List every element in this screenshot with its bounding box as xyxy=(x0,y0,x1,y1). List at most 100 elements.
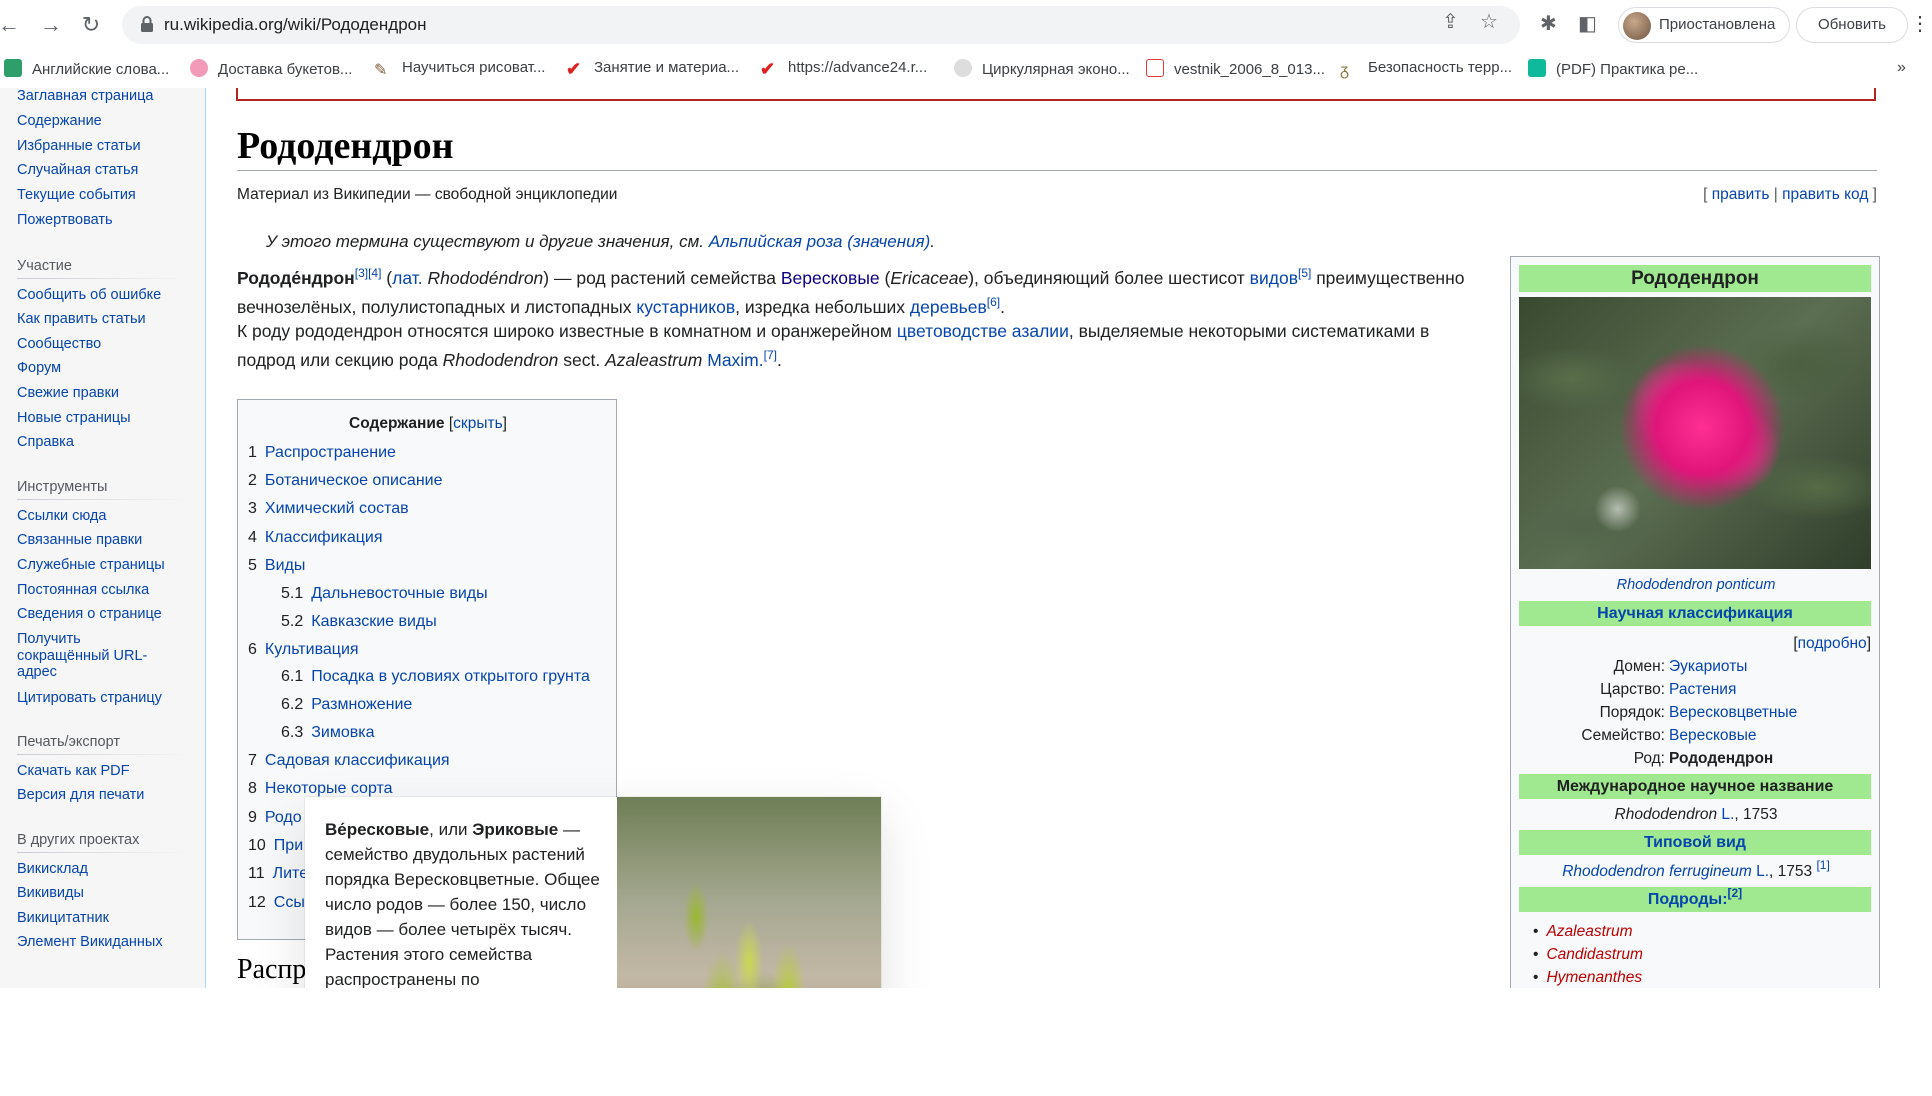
pencil-icon: ✎ xyxy=(374,62,388,79)
infobox: Рододендрон Rhododendron ponticum Научна… xyxy=(1510,256,1880,1086)
sidebar-link[interactable]: Форум xyxy=(17,360,61,376)
toc-item[interactable]: 7 Садовая классификация xyxy=(248,752,450,770)
bookmark-item[interactable]: ✔ https://advance24.r... xyxy=(760,59,927,81)
sidebar-link[interactable]: Викивиды xyxy=(17,885,84,901)
toc-item[interactable]: 12 Ссы xyxy=(248,894,305,912)
sidebar-link[interactable]: Ссылки сюда xyxy=(17,508,106,524)
sidebar-link[interactable]: Сведения о странице xyxy=(17,606,162,622)
sidebar-link[interactable]: Сообщество xyxy=(17,336,101,352)
toc-item[interactable]: 5.2 Кавказские виды xyxy=(281,613,437,631)
bookmark-item[interactable]: ✎ Научиться рисоват... xyxy=(374,59,545,81)
menu-icon[interactable]: ⋮ xyxy=(1910,10,1930,38)
reload-icon[interactable]: ↻ xyxy=(76,10,106,40)
latin-link[interactable]: лат. xyxy=(392,268,423,288)
type-species-header[interactable]: Типовой вид xyxy=(1519,830,1871,855)
sidebar-link[interactable]: Заглавная страница xyxy=(17,88,153,104)
bookmark-item[interactable]: vestnik_2006_8_013... xyxy=(1146,59,1325,81)
sidebar-heading: Печать/экспорт xyxy=(17,734,120,750)
sidebar-link[interactable]: Избранные статьи xyxy=(17,138,141,154)
sidebar-link[interactable]: Справка xyxy=(17,434,74,450)
extensions-icon[interactable]: ✱ xyxy=(1540,11,1557,37)
bookmark-item[interactable]: (PDF) Практика ре... xyxy=(1528,59,1698,81)
family-link[interactable]: Вересковые xyxy=(781,268,880,288)
sidebar-link[interactable]: Текущие события xyxy=(17,187,136,203)
reference-link[interactable]: [1] xyxy=(1816,858,1829,872)
toc-item[interactable]: 2 Ботаническое описание xyxy=(248,472,443,490)
reference-link[interactable]: [3][4] xyxy=(355,266,382,280)
toc-hide-link[interactable]: скрыть xyxy=(453,415,502,432)
trees-link[interactable]: деревьев xyxy=(910,297,987,317)
toc-item[interactable]: 10 При xyxy=(248,837,303,855)
author-link[interactable]: Maxim. xyxy=(702,350,763,370)
toc-item[interactable]: 9 Родо xyxy=(248,809,302,827)
sidebar-link[interactable]: Свежие правки xyxy=(17,385,119,401)
subgenus-item[interactable]: Candidastrum xyxy=(1533,946,1643,964)
share-icon[interactable]: ⇪ xyxy=(1442,9,1459,35)
infobox-caption[interactable]: Rhododendron ponticum xyxy=(1511,577,1881,593)
sidebar-link[interactable]: Связанные правки xyxy=(17,532,142,548)
hatnote-link[interactable]: Альпийская роза (значения) xyxy=(709,232,931,251)
sidebar-link[interactable]: Случайная статья xyxy=(17,162,138,178)
type-species-link[interactable]: Rhododendron ferrugineum xyxy=(1562,863,1752,880)
sidebar-link[interactable]: Викисклад xyxy=(17,861,88,877)
reference-link[interactable]: [6] xyxy=(987,295,1000,309)
sidebar-link[interactable]: Элемент Викиданных xyxy=(17,934,163,950)
profile-button[interactable]: Приостановлена xyxy=(1618,7,1790,43)
update-button[interactable]: Обновить xyxy=(1796,7,1908,43)
intl-name: Rhododendron L., 1753 xyxy=(1614,806,1778,823)
sidebar-link[interactable]: Постоянная ссылка xyxy=(17,582,149,598)
reference-link[interactable]: [7] xyxy=(764,348,777,362)
toc-item[interactable]: 3 Химический состав xyxy=(248,500,409,518)
toc-item[interactable]: 6.2 Размножение xyxy=(281,696,412,714)
toc-item[interactable]: 6.3 Зимовка xyxy=(281,724,375,742)
sidebar-link[interactable]: Получить xyxy=(17,631,81,647)
shrubs-link[interactable]: кустарников xyxy=(636,297,735,317)
reference-link[interactable]: [2] xyxy=(1728,886,1743,900)
bookmark-item[interactable]: Доставка букетов... xyxy=(190,59,352,81)
scientific-classification-header[interactable]: Научная классификация xyxy=(1519,601,1871,626)
sidebar-link[interactable]: сокращённый URL- xyxy=(17,648,147,664)
bookmark-star-icon[interactable]: ☆ xyxy=(1480,9,1498,35)
bookmark-item[interactable]: Циркулярная эконо... xyxy=(954,59,1130,81)
edit-source-link[interactable]: править код xyxy=(1782,186,1868,203)
species-link[interactable]: видов xyxy=(1250,268,1298,288)
author-link[interactable]: L. xyxy=(1717,806,1734,823)
toc-item[interactable]: 5.1 Дальневосточные виды xyxy=(281,585,488,603)
toc-item[interactable]: 6.1 Посадка в условиях открытого грунта xyxy=(281,668,590,686)
details-link[interactable]: подробно xyxy=(1798,635,1867,652)
sidebar-link[interactable]: Цитировать страницу xyxy=(17,690,162,706)
forward-icon[interactable]: → xyxy=(36,10,66,40)
sidebar-link[interactable]: Содержание xyxy=(17,113,102,129)
bookmark-item[interactable]: ᵹ Безопасность терр... xyxy=(1340,59,1512,81)
infobox-title: Рододендрон xyxy=(1519,265,1871,292)
sidebar-link[interactable]: Версия для печати xyxy=(17,787,144,803)
bookmark-item[interactable]: Английские слова... xyxy=(4,59,169,81)
bookmark-item[interactable]: ✔ Занятие и материа... xyxy=(566,59,739,81)
sidebar-link[interactable]: Скачать как PDF xyxy=(17,763,130,779)
rhododendron-photo[interactable] xyxy=(1519,297,1871,569)
toc-item[interactable]: 4 Классификация xyxy=(248,529,383,547)
subgenus-item[interactable]: Azaleastrum xyxy=(1533,923,1632,941)
sidebar-link[interactable]: Пожертвовать xyxy=(17,212,113,228)
sidebar-link[interactable]: Викицитатник xyxy=(17,910,109,926)
sidebar-link[interactable]: Сообщить об ошибке xyxy=(17,287,161,303)
toc-item[interactable]: 11 Лите xyxy=(248,865,308,883)
sidebar-link[interactable]: Как править статьи xyxy=(17,311,146,327)
toc-item[interactable]: 8 Некоторые сорта xyxy=(248,780,393,798)
address-bar[interactable]: ru.wikipedia.org/wiki/Рододендрон ⇪ ☆ xyxy=(122,6,1520,44)
back-icon[interactable]: ← xyxy=(0,10,24,40)
toc-item[interactable]: 5 Виды xyxy=(248,557,305,575)
edit-link[interactable]: править xyxy=(1712,186,1770,203)
type-species: Rhododendron ferrugineum L., 1753 [1] xyxy=(1562,858,1830,880)
author-link[interactable]: L. xyxy=(1752,863,1769,880)
sidebar-link[interactable]: адрес xyxy=(17,664,57,680)
toc-item[interactable]: 6 Культивация xyxy=(248,641,359,659)
azalea-link[interactable]: цветоводстве азалии xyxy=(897,321,1069,341)
subgenus-item[interactable]: Hymenanthes xyxy=(1533,969,1642,987)
sidebar-link[interactable]: Новые страницы xyxy=(17,410,131,426)
reference-link[interactable]: [5] xyxy=(1298,266,1311,280)
toc-item[interactable]: 1 Распространение xyxy=(248,444,396,462)
bookmarks-more-icon[interactable]: » xyxy=(1897,59,1906,81)
side-panel-icon[interactable]: ◧ xyxy=(1578,11,1597,37)
sidebar-link[interactable]: Служебные страницы xyxy=(17,557,165,573)
